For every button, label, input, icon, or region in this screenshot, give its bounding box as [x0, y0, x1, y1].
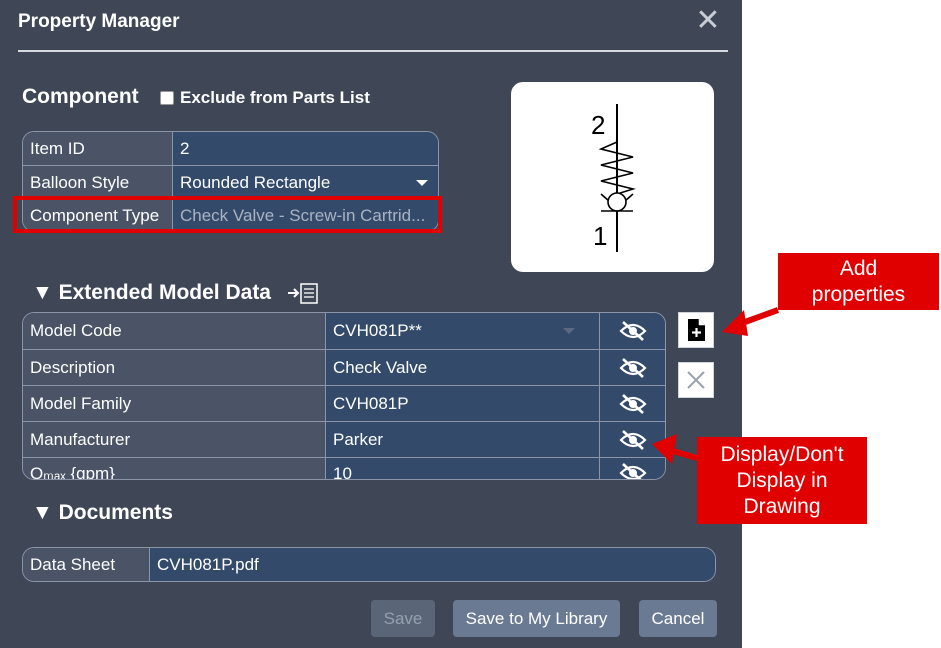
close-icon [687, 371, 705, 389]
chevron-down-icon [563, 328, 575, 334]
eye-off-icon [618, 463, 647, 479]
eye-off-icon [618, 394, 647, 414]
add-property-button[interactable] [678, 312, 714, 348]
balloon-style-value: Rounded Rectangle [180, 172, 331, 192]
add-properties-callout-text: Add properties [811, 256, 906, 306]
model-family-label: Model Family [23, 386, 325, 422]
item-id-label: Item ID [23, 132, 172, 165]
documents-table: Data Sheet CVH081P.pdf [22, 547, 716, 582]
model-code-value: CVH081P** [333, 321, 422, 340]
manufacturer-value[interactable]: Parker [325, 422, 599, 458]
component-type-highlight [13, 196, 442, 233]
balloon-style-label: Balloon Style [23, 166, 172, 199]
display-toggle-callout: Display/Don't Display in Drawing [697, 437, 867, 524]
chevron-down-icon [416, 179, 428, 186]
visibility-toggle[interactable] [599, 458, 665, 479]
table-row: Description Check Valve [23, 349, 665, 386]
title-divider [18, 50, 728, 52]
table-row: Model Code CVH081P** [23, 313, 665, 349]
model-code-label: Model Code [23, 313, 325, 349]
exclude-checkbox[interactable] [160, 91, 174, 105]
eye-off-icon [618, 358, 647, 378]
qmax-value[interactable]: 10 [325, 458, 599, 479]
visibility-toggle[interactable] [599, 386, 665, 422]
manufacturer-label: Manufacturer [23, 422, 325, 458]
cancel-button[interactable]: Cancel [639, 600, 717, 637]
exclude-from-parts-list[interactable]: Exclude from Parts List [160, 88, 370, 108]
documents-heading[interactable]: ▼ Documents [32, 501, 173, 525]
dialog-title: Property Manager [18, 11, 180, 32]
table-row: Data Sheet CVH081P.pdf [23, 548, 715, 581]
component-heading: Component [22, 85, 139, 108]
model-family-value[interactable]: CVH081P [325, 386, 599, 422]
port-1-label: 1 [593, 221, 607, 251]
visibility-toggle[interactable] [599, 313, 665, 349]
table-row: Item ID 2 [23, 132, 438, 165]
add-properties-callout: Add properties [778, 253, 939, 310]
property-manager-dialog: Property Manager ✕ Component Exclude fro… [0, 0, 742, 648]
add-file-icon [688, 319, 705, 341]
model-code-select[interactable]: CVH081P** [325, 313, 599, 349]
table-row: Qₘₐₓ {gpm} 10 [23, 457, 665, 479]
save-button[interactable]: Save [371, 600, 435, 637]
check-valve-symbol-icon: 2 1 [591, 104, 636, 252]
remove-property-button[interactable] [678, 362, 714, 398]
visibility-toggle[interactable] [599, 422, 665, 458]
exclude-label: Exclude from Parts List [180, 88, 370, 107]
eye-off-icon [618, 321, 647, 341]
table-row: Manufacturer Parker [23, 421, 665, 458]
qmax-label: Qₘₐₓ {gpm} [23, 458, 325, 479]
item-id-value[interactable]: 2 [172, 132, 438, 165]
description-value[interactable]: Check Valve [325, 350, 599, 386]
save-to-library-button[interactable]: Save to My Library [453, 600, 620, 637]
data-sheet-label: Data Sheet [23, 548, 149, 581]
eye-off-icon [618, 430, 647, 450]
component-symbol-preview: 2 1 [511, 82, 714, 272]
data-sheet-link[interactable]: CVH081P.pdf [149, 548, 715, 581]
table-row: Balloon Style Rounded Rectangle [23, 165, 438, 199]
port-2-label: 2 [591, 110, 605, 140]
display-toggle-callout-text: Display/Don't Display in Drawing [720, 442, 844, 518]
extended-model-data-table[interactable]: Model Code CVH081P** Description Check V… [22, 312, 666, 480]
visibility-toggle[interactable] [599, 350, 665, 386]
export-list-icon[interactable] [287, 282, 319, 304]
balloon-style-select[interactable]: Rounded Rectangle [172, 166, 438, 199]
extended-model-data-heading[interactable]: ▼ Extended Model Data [32, 281, 271, 305]
table-row: Model Family CVH081P [23, 385, 665, 422]
description-label: Description [23, 350, 325, 386]
close-icon[interactable]: ✕ [695, 6, 721, 36]
